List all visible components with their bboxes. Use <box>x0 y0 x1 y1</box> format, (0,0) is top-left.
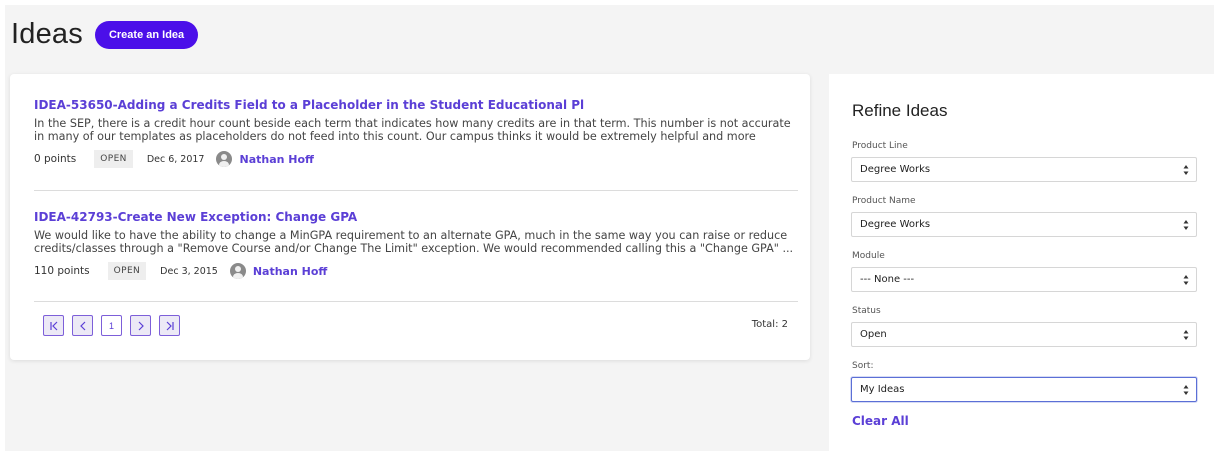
refine-title: Refine Ideas <box>852 101 948 120</box>
sort-select[interactable]: My Ideas <box>851 377 1197 402</box>
previous-page-button[interactable] <box>72 315 93 336</box>
select-arrows-icon <box>1183 385 1189 395</box>
status-label: Status <box>852 306 881 316</box>
idea-description: In the SEP, there is a credit hour count… <box>34 118 791 143</box>
product-name-label: Product Name <box>852 196 916 206</box>
author-link[interactable]: Nathan Hoff <box>253 265 327 278</box>
sort-value: My Ideas <box>860 384 905 395</box>
chevron-left-icon <box>79 321 85 330</box>
product-line-label: Product Line <box>852 141 908 151</box>
idea-title-link[interactable]: IDEA-53650-Adding a Credits Field to a P… <box>34 98 794 112</box>
last-page-icon <box>166 321 174 330</box>
next-page-button[interactable] <box>130 315 151 336</box>
select-arrows-icon <box>1183 220 1189 230</box>
divider <box>34 190 798 191</box>
module-label: Module <box>852 251 885 261</box>
idea-meta: 110 points OPEN Dec 3, 2015 Nathan Hoff <box>34 262 794 280</box>
sort-label: Sort: <box>852 361 874 371</box>
product-name-value: Degree Works <box>860 219 931 230</box>
total-count: Total: 2 <box>751 319 788 330</box>
select-arrows-icon <box>1183 330 1189 340</box>
page-header: Ideas Create an Idea <box>11 18 199 51</box>
refine-ideas-panel: Refine Ideas Product Line Degree Works P… <box>829 74 1214 451</box>
module-select[interactable]: --- None --- <box>851 267 1197 292</box>
product-line-select[interactable]: Degree Works <box>851 157 1197 182</box>
chevron-right-icon <box>138 321 144 330</box>
idea-points: 110 points <box>34 265 90 277</box>
pagination: 1 <box>43 315 180 336</box>
idea-points: 0 points <box>34 153 77 165</box>
select-arrows-icon <box>1183 165 1189 175</box>
page-title: Ideas <box>11 18 83 50</box>
idea-date: Dec 6, 2017 <box>146 153 205 165</box>
module-value: --- None --- <box>860 274 915 285</box>
status-badge: OPEN <box>107 262 147 280</box>
product-name-select[interactable]: Degree Works <box>851 212 1197 237</box>
divider <box>34 301 798 302</box>
idea-title-link[interactable]: IDEA-42793-Create New Exception: Change … <box>34 210 794 224</box>
avatar-icon <box>216 151 233 167</box>
ideas-list-card: IDEA-53650-Adding a Credits Field to a P… <box>10 74 810 360</box>
status-select[interactable]: Open <box>851 322 1197 347</box>
first-page-icon <box>49 321 57 330</box>
select-arrows-icon <box>1183 275 1189 285</box>
avatar-icon <box>229 263 246 279</box>
create-idea-button[interactable]: Create an Idea <box>94 20 199 49</box>
first-page-button[interactable] <box>43 315 64 336</box>
idea-item: IDEA-53650-Adding a Credits Field to a P… <box>34 98 794 168</box>
idea-date: Dec 3, 2015 <box>160 265 218 277</box>
idea-meta: 0 points OPEN Dec 6, 2017 Nathan Hoff <box>34 150 794 168</box>
current-page-button[interactable]: 1 <box>101 315 122 336</box>
author-link[interactable]: Nathan Hoff <box>239 153 313 166</box>
clear-all-link[interactable]: Clear All <box>852 414 909 428</box>
status-badge: OPEN <box>94 150 133 168</box>
idea-description: We would like to have the ability to cha… <box>34 230 794 255</box>
idea-item: IDEA-42793-Create New Exception: Change … <box>34 210 794 280</box>
last-page-button[interactable] <box>159 315 180 336</box>
product-line-value: Degree Works <box>860 164 931 175</box>
status-value: Open <box>860 329 887 340</box>
